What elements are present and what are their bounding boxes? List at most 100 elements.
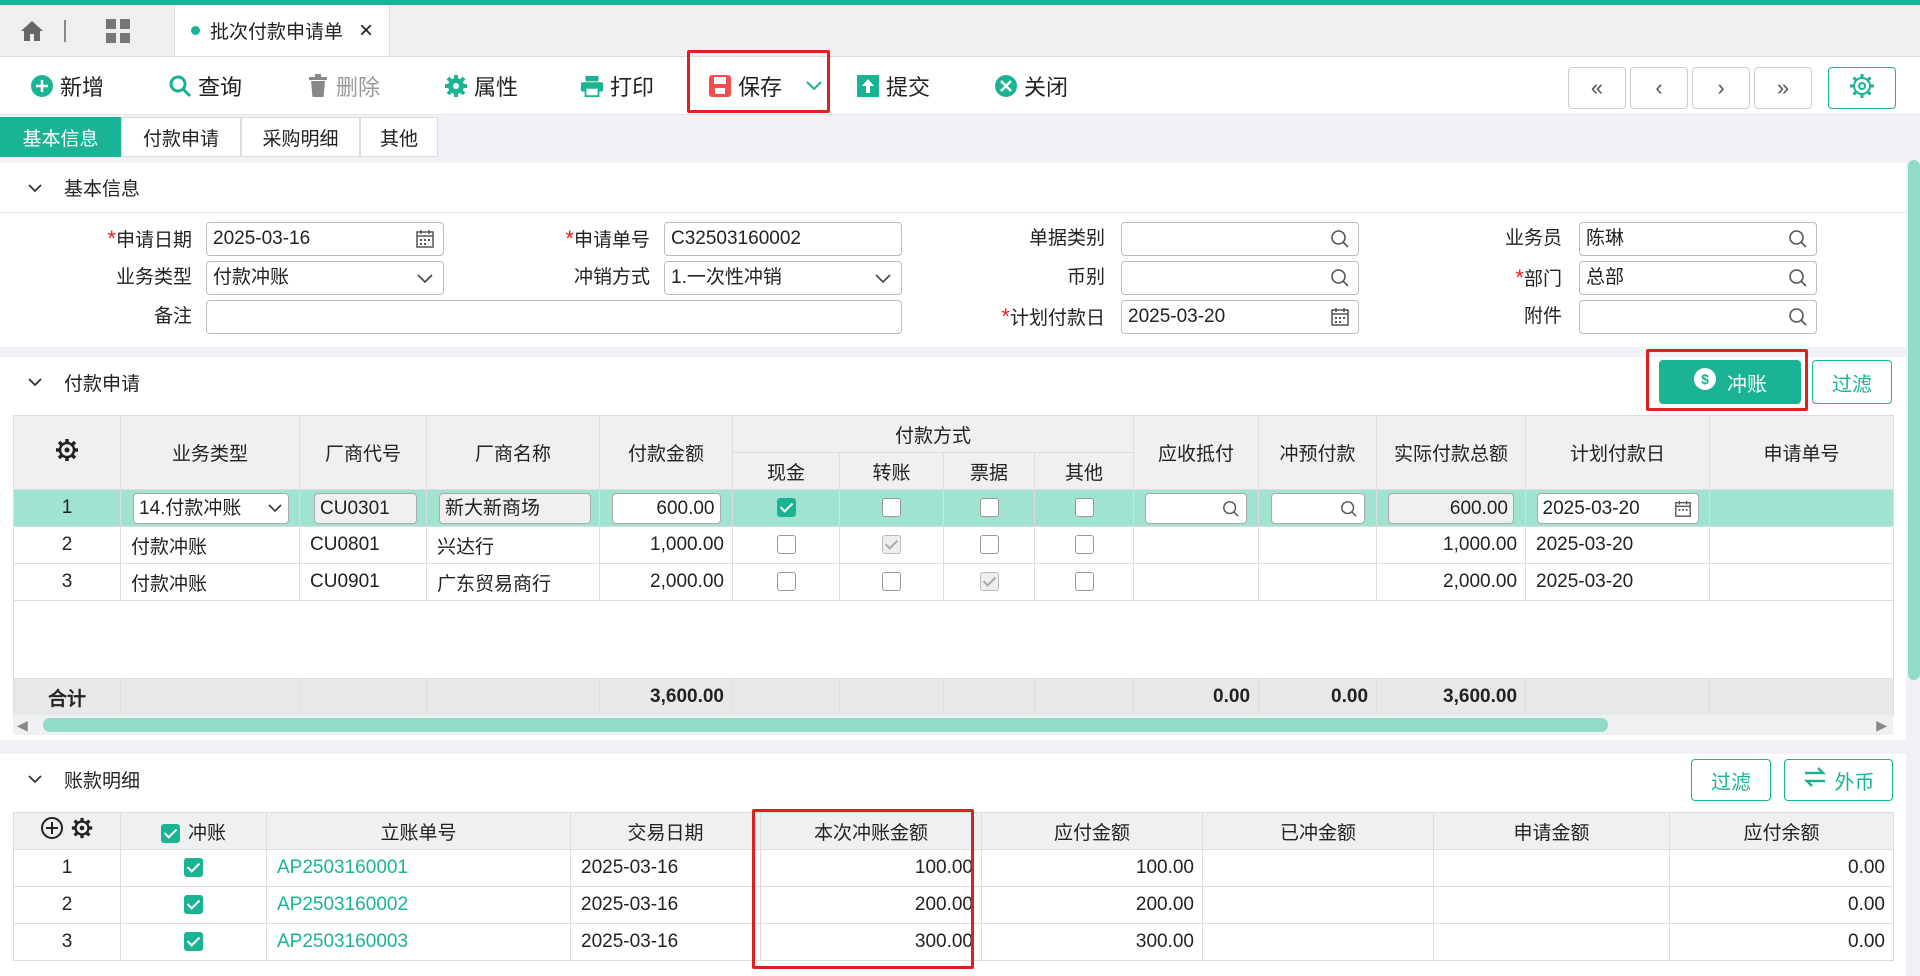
header-payable[interactable]: 应付金额 [981,812,1203,850]
other-checkbox[interactable] [1074,572,1094,592]
writeoff-checkbox[interactable] [184,858,203,878]
properties-button[interactable]: 属性 [444,57,518,115]
nav-first-button[interactable]: « [1568,67,1626,109]
biz-type-cell[interactable]: 付款冲账 [120,563,300,601]
transfer-checkbox[interactable] [882,535,901,555]
vendor-code-cell[interactable]: CU0801 [299,526,427,564]
recv-offset-input[interactable] [1145,492,1248,524]
cash-checkbox[interactable] [776,535,796,555]
subtab-other[interactable]: 其他 [360,117,438,157]
bill-cell[interactable] [943,526,1035,564]
calendar-icon[interactable] [1330,307,1350,327]
search-icon[interactable] [1330,268,1350,288]
transfer-cell[interactable] [839,526,944,564]
payable-cell[interactable]: 300.00 [981,923,1203,961]
header-biz-type[interactable]: 业务类型 [120,415,300,490]
header-bill[interactable]: 票据 [943,452,1035,490]
add-row-icon[interactable] [40,816,64,840]
search-icon[interactable] [1788,229,1808,249]
detail-header[interactable]: 账款明细 [0,754,1906,804]
applied-cell[interactable] [1433,886,1670,924]
header-other[interactable]: 其他 [1033,452,1135,490]
close-button[interactable]: 关闭 [994,57,1068,115]
column-settings[interactable] [13,415,121,490]
prepay-cell[interactable] [1258,563,1378,601]
bill-no-link[interactable]: AP2503160001 [266,849,571,887]
bill-checkbox[interactable] [979,535,999,555]
subtab-basic[interactable]: 基本信息 [0,117,121,157]
print-button[interactable]: 打印 [580,57,654,115]
header-vendor-name[interactable]: 厂商名称 [426,415,600,490]
tab-batch-payment[interactable]: 批次付款申请单 × [174,5,391,56]
cash-cell[interactable] [732,526,840,564]
other-checkbox[interactable] [1074,535,1094,555]
nav-next-button[interactable]: › [1692,67,1750,109]
header-recv-offset[interactable]: 应收抵付 [1133,415,1260,490]
table-row[interactable]: 2 付款冲账 CU0801 兴达行 1,000.00 1,000.00 2025… [13,526,1895,564]
search-icon[interactable] [1788,268,1808,288]
plan-date-cell[interactable]: 2025-03-20 [1525,526,1711,564]
dept-field[interactable]: 总部 [1579,261,1817,295]
apply-no-cell[interactable] [1709,563,1895,601]
trade-date-cell[interactable]: 2025-03-16 [570,923,761,961]
scroll-left-icon[interactable]: ◀ [17,717,28,734]
writeoff-cell[interactable] [120,886,267,924]
nav-last-button[interactable]: » [1754,67,1812,109]
header-this-amount[interactable]: 本次冲账金额 [760,812,982,850]
actual-total-cell[interactable]: 1,000.00 [1376,526,1527,564]
balance-cell[interactable]: 0.00 [1669,849,1894,887]
prepay-cell[interactable] [1258,489,1378,527]
foreign-currency-button[interactable]: 外币 [1784,759,1893,801]
payreq-header[interactable]: 付款申请 [0,357,1906,407]
header-bill-no[interactable]: 立账单号 [266,812,571,850]
close-tab-icon[interactable]: × [359,17,373,45]
biz-type-cell[interactable]: 14.付款冲账 [120,489,300,527]
query-button[interactable]: 查询 [168,57,242,115]
horizontal-scrollbar[interactable]: ◀ ▶ [13,715,1893,735]
written-cell[interactable] [1202,849,1434,887]
grid-icon[interactable] [86,5,150,56]
table-row[interactable]: 1 AP2503160001 2025-03-16 100.00 100.00 … [13,849,1894,887]
subtab-purchase[interactable]: 采购明细 [241,117,360,157]
recv-offset-cell[interactable] [1133,489,1260,527]
trade-date-cell[interactable]: 2025-03-16 [570,886,761,924]
cash-checkbox[interactable] [776,572,796,592]
prepay-input[interactable] [1270,492,1365,524]
calendar-icon[interactable] [1674,500,1692,518]
writeoff-cell[interactable] [120,923,267,961]
writeoff-checkbox[interactable] [184,932,203,952]
amount-cell[interactable]: 600.00 [599,489,733,527]
amount-cell[interactable]: 2,000.00 [599,563,733,601]
prepay-cell[interactable] [1258,526,1378,564]
detail-column-tools[interactable] [13,812,121,850]
payable-cell[interactable]: 100.00 [981,849,1203,887]
settings-button[interactable] [1828,67,1896,109]
basic-info-header[interactable]: 基本信息 [0,163,1906,213]
written-cell[interactable] [1202,886,1434,924]
vendor-name-cell[interactable]: 广东贸易商行 [426,563,600,601]
table-row[interactable]: 2 AP2503160002 2025-03-16 200.00 200.00 … [13,886,1894,924]
this-amount-cell[interactable]: 300.00 [760,923,982,961]
doc-type-field[interactable] [1121,222,1359,256]
home-icon[interactable] [0,5,64,56]
writeoff-cell[interactable] [120,849,267,887]
recv-offset-cell[interactable] [1133,526,1260,564]
vendor-name-cell[interactable]: 兴达行 [426,526,600,564]
submit-button[interactable]: 提交 [856,57,930,115]
scroll-right-icon[interactable]: ▶ [1876,717,1887,734]
table-row[interactable]: 1 14.付款冲账 CU0301 新大新商场 600.00 600.00 202… [13,489,1895,527]
header-amount[interactable]: 付款金额 [599,415,733,490]
search-icon[interactable] [1222,500,1240,518]
vendor-name-input[interactable]: 新大新商场 [439,492,591,524]
vendor-code-cell[interactable]: CU0301 [299,489,427,527]
transfer-cell[interactable] [839,563,944,601]
bill-checkbox[interactable] [979,572,999,592]
plan-date-field[interactable]: 2025-03-20 [1121,300,1359,334]
biz-type-select[interactable]: 14.付款冲账 [133,492,289,524]
amount-input[interactable]: 600.00 [611,492,721,524]
currency-field[interactable] [1121,261,1359,295]
header-cash[interactable]: 现金 [732,452,840,490]
clerk-field[interactable]: 陈琳 [1579,222,1817,256]
gear-icon[interactable] [54,437,80,463]
nav-prev-button[interactable]: ‹ [1630,67,1688,109]
